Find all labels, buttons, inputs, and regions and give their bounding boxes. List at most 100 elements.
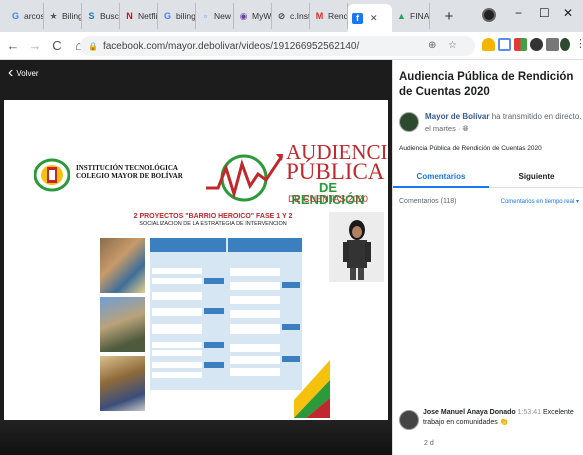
browser-tab-6[interactable]: ◉ MyW [234, 3, 272, 29]
address-bar[interactable]: 🔒 facebook.com/mayor.debolivar/videos/19… [80, 36, 475, 56]
institution-name-line1: INSTITUCIÓN TECNOLÓGICA [76, 164, 178, 172]
project-photos [100, 238, 145, 415]
tab-comments[interactable]: Comentarios [393, 172, 489, 181]
comment-age[interactable]: 2 d [424, 440, 434, 447]
institution-logo [34, 158, 70, 192]
tab-next[interactable]: Siguiente [489, 172, 583, 181]
clap-emoji-icon: 👏 [499, 419, 509, 426]
active-tab-underline [393, 186, 489, 188]
video-title: Audiencia Pública de Rendición de Cuenta… [399, 71, 574, 98]
browser-tab-7[interactable]: ⊘ c.Inst [272, 3, 310, 29]
back-button[interactable]: ‹ Volver [8, 64, 39, 81]
netflix-icon: N [126, 11, 133, 21]
project-photo-3 [100, 356, 145, 411]
speaker-photo [329, 212, 384, 282]
close-tab-icon[interactable]: ✕ [370, 13, 378, 24]
facebook-icon: f [352, 12, 363, 24]
page-name-link[interactable]: Mayor de Bolívar [425, 112, 489, 121]
globe-icon: 🌐︎ [462, 124, 469, 133]
project-photo-1 [100, 238, 145, 293]
back-label: Volver [16, 68, 39, 78]
tab-label: arcos [24, 11, 44, 21]
tab-label: New [214, 11, 232, 21]
tab-label: Netfli [138, 11, 158, 21]
url-text: facebook.com/mayor.debolivar/videos/1912… [102, 40, 360, 52]
google-icon: G [11, 11, 19, 21]
maximize-button[interactable]: ☐ [539, 6, 550, 20]
drive-icon: ▲ [397, 11, 406, 21]
broadcast-text: ha transmitido en directo. [491, 112, 582, 121]
tab-label: Rendi [328, 11, 348, 21]
browser-tab-0[interactable]: Garcos [6, 3, 44, 29]
comment-text-a: Excelente [542, 409, 574, 416]
commenter-avatar[interactable] [399, 410, 419, 430]
forward-arrow-icon[interactable]: → [26, 38, 44, 53]
comment-item: Jose Manuel Anaya Donado 1:53:41 Excelen… [423, 408, 579, 428]
institution-name-line2: COLEGIO MAYOR DE BOLÍVAR [76, 172, 183, 180]
post-time-text[interactable]: el martes · [425, 124, 463, 133]
browser-tab-2[interactable]: S Busca [82, 3, 120, 29]
slide-title-cuentas: DE CUENTAS 2020 [288, 194, 368, 204]
browser-tab-10[interactable]: ▲ FINAL [392, 3, 430, 29]
post-time[interactable]: el martes · 🌐︎ [425, 124, 469, 134]
project-photo-2 [100, 297, 145, 352]
tab-list: Garcos★BilingSBuscaNNetfliGbiling▫New◉My… [6, 3, 430, 32]
tab-label: Biling [62, 11, 82, 21]
page-avatar[interactable] [399, 112, 419, 132]
minimize-button[interactable]: − [515, 6, 522, 20]
slide-subtitle: 2 PROYECTOS "BARRIO HEROICO" FASE 1 Y 2 [133, 213, 293, 220]
extension-pin-icon[interactable] [482, 38, 495, 51]
user-avatar-icon[interactable] [560, 38, 570, 51]
video-info-panel: Audiencia Pública de Rendición de Cuenta… [392, 60, 583, 455]
profile-avatar[interactable] [482, 8, 496, 22]
bookmark-star-icon[interactable]: ☆ [448, 40, 457, 51]
new-tab-button[interactable]: + [438, 5, 460, 27]
tab-label: Busca [100, 11, 119, 21]
star-icon: ★ [49, 10, 58, 21]
video-controls-area[interactable] [0, 420, 392, 455]
browser-tab-9[interactable]: f ✕ [348, 4, 392, 32]
browser-tab-3[interactable]: N Netfli [120, 3, 158, 29]
panel-tabs: Comentarios Siguiente [393, 164, 583, 188]
scribd-icon: S [88, 11, 95, 21]
gmail-icon: M [315, 11, 324, 21]
browser-tab-5[interactable]: ▫ New [196, 3, 234, 29]
tab-label: FINAL [410, 11, 430, 21]
project-table [150, 238, 302, 390]
reading-list-icon[interactable] [546, 38, 559, 51]
line-chart-logo-icon [206, 154, 284, 202]
browser-menu-icon[interactable]: ⋮ [575, 37, 583, 50]
google-icon: G [163, 11, 171, 21]
comment-count: Comentarios (118) [399, 198, 457, 205]
lock-icon: 🔒 [88, 41, 98, 51]
browser-tab-8[interactable]: M Rendi [310, 3, 348, 29]
colombia-flag-ribbon [294, 360, 330, 418]
video-description: Audiencia Pública de Rendición de Cuenta… [399, 145, 542, 152]
back-arrow-icon[interactable]: ← [4, 38, 22, 53]
presentation-slide: INSTITUCIÓN TECNOLÓGICA COLEGIO MAYOR DE… [4, 100, 388, 420]
commenter-name[interactable]: Jose Manuel Anaya Donado [423, 409, 516, 416]
slide-subtitle-strategy: SOCIALIZACION DE LA ESTRATEGIA DE INTERV… [139, 221, 287, 227]
realtime-comments-dropdown[interactable]: Comentarios en tiempo real ▾ [501, 198, 579, 205]
extension-screen-icon[interactable] [498, 38, 511, 51]
tab-label: MyW [252, 11, 272, 21]
browser-tab-1[interactable]: ★ Biling [44, 3, 82, 29]
browser-window: Garcos★BilingSBuscaNNetfliGbiling▫New◉My… [0, 0, 583, 455]
extensions-puzzle-icon[interactable] [530, 38, 543, 51]
reload-icon[interactable]: C [48, 38, 66, 53]
tab-icon: ▫ [203, 11, 208, 21]
page-line: Mayor de Bolívar ha transmitido en direc… [425, 112, 582, 121]
browser-tab-4[interactable]: Gbiling [158, 3, 196, 29]
tab-label: biling [176, 11, 196, 21]
extension-grid-icon[interactable] [514, 38, 527, 51]
close-window-button[interactable]: ✕ [563, 6, 573, 20]
comment-timestamp[interactable]: 1:53:41 [518, 409, 541, 416]
video-player[interactable]: ‹ Volver INSTITUCIÓN TECNOLÓGICA COLEGIO… [0, 60, 392, 455]
slide-title-publica: PÚBLICA [286, 159, 385, 184]
zoom-icon[interactable]: ⊕ [428, 40, 436, 51]
comment-text-b: trabajo en comunidades [423, 419, 498, 426]
chevron-left-icon: ‹ [8, 64, 14, 81]
tab-label: c.Inst [290, 11, 310, 21]
globe-icon: ◉ [239, 10, 248, 21]
link-icon: ⊘ [277, 10, 286, 21]
